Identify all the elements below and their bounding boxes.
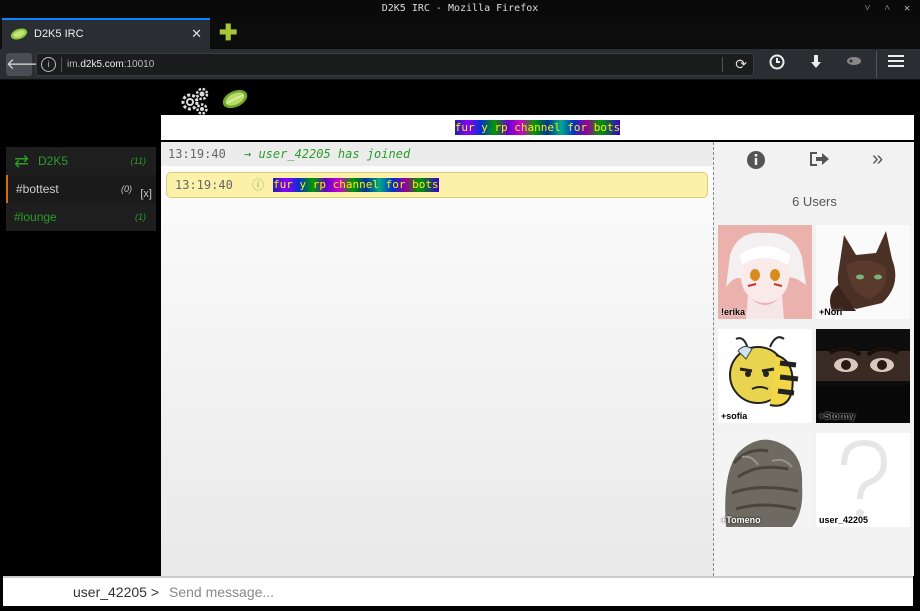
irc-app: ⇄ D2K5 (11) #bottest (0) [x] #lounge (1)… — [0, 80, 920, 611]
user-nick: +Stormy — [819, 411, 856, 421]
channel-sidebar: ⇄ D2K5 (11) #bottest (0) [x] #lounge (1) — [6, 147, 156, 231]
notice-text: fur y rp channel for bots — [273, 178, 439, 192]
reload-divider — [722, 57, 723, 72]
collapse-panel-icon[interactable]: » — [872, 149, 883, 169]
sidebar-item-label: D2K5 — [38, 154, 69, 168]
user-avatar[interactable]: +Tomeno — [718, 433, 812, 527]
avatar-image — [718, 329, 812, 423]
sidebar-item-bottest[interactable]: #bottest (0) [x] — [6, 175, 156, 203]
user-nick: +sofia — [721, 411, 748, 421]
user-nick: +Tomeno — [721, 515, 761, 525]
user-nick: +Nori — [819, 307, 843, 317]
input-nick: user_42205 > — [73, 584, 160, 600]
extension-icon[interactable] — [843, 54, 865, 72]
lime-logo-icon[interactable] — [221, 87, 249, 116]
back-button[interactable]: 🡐 — [6, 53, 46, 76]
user-nick: !erika — [721, 307, 746, 317]
window-titlebar: D2K5 IRC - Mozilla Firefox ˅ ˄ ✕ — [0, 0, 920, 17]
avatar-image — [718, 433, 812, 527]
message-input[interactable] — [169, 581, 869, 603]
topic-notice: 13:19:40 ⓘ fur y rp channel for bots — [166, 172, 708, 198]
leave-channel-icon[interactable] — [808, 150, 830, 173]
tab-strip: D2K5 IRC ✕ ✚ — [0, 17, 920, 49]
message-timestamp: 13:19:40 — [168, 147, 226, 161]
user-count: 6 Users — [792, 194, 837, 209]
join-message: 13:19:40 → user_42205 has joined — [161, 142, 713, 166]
avatar-image — [816, 329, 910, 423]
user-panel: » 6 Users !erika +Nori +sofia +Stormy +T… — [713, 142, 914, 576]
avatar-image — [718, 225, 812, 319]
new-tab-icon[interactable]: ✚ — [219, 22, 237, 44]
sidebar-item-count: (1) — [135, 212, 146, 222]
window-title: D2K5 IRC - Mozilla Firefox — [381, 3, 539, 14]
chat-log[interactable]: 13:19:40 → user_42205 has joined 13:19:4… — [161, 142, 713, 576]
hamburger-menu-icon[interactable] — [885, 54, 907, 72]
sidebar-item-count: (0) — [121, 184, 132, 194]
window-controls[interactable]: ˅ ˄ ✕ — [865, 0, 914, 17]
reload-icon[interactable]: ⟳ — [735, 54, 747, 75]
user-avatar[interactable]: +Stormy — [816, 329, 910, 423]
history-icon[interactable] — [766, 54, 788, 74]
nav-bar: 🡐 i im.d2k5.com:10010 ⟳ — [0, 49, 920, 80]
download-icon[interactable] — [805, 54, 827, 74]
avatar-image — [816, 433, 910, 527]
url-divider — [61, 57, 62, 72]
message-timestamp: 13:19:40 — [175, 178, 233, 192]
user-avatar[interactable]: +sofia — [718, 329, 812, 423]
network-switch-icon: ⇄ — [14, 151, 30, 171]
sidebar-item-label: #lounge — [14, 210, 57, 224]
sidebar-item-d2k5[interactable]: ⇄ D2K5 (11) — [6, 147, 156, 175]
info-icon: ⓘ — [252, 178, 265, 192]
lime-favicon-icon — [10, 28, 28, 40]
join-text: → user_42205 has joined — [244, 147, 411, 161]
sidebar-item-lounge[interactable]: #lounge (1) — [6, 203, 156, 231]
channel-topic-bar: fur y rp channel for bots — [161, 115, 914, 140]
site-info-icon[interactable]: i — [41, 57, 56, 72]
sidebar-item-count: (11) — [130, 156, 146, 166]
url-bar[interactable]: i im.d2k5.com:10010 ⟳ — [36, 53, 754, 76]
user-avatar[interactable]: +Nori — [816, 225, 910, 319]
sidebar-item-label: #bottest — [16, 182, 59, 196]
message-input-bar: user_42205 > — [3, 576, 913, 606]
avatar-image — [816, 225, 910, 319]
channel-info-icon[interactable] — [746, 150, 766, 175]
menu-divider — [876, 51, 877, 78]
channel-topic: fur y rp channel for bots — [454, 120, 621, 135]
user-nick: user_42205 — [819, 515, 869, 525]
user-avatar[interactable]: user_42205 — [816, 433, 910, 527]
user-avatar[interactable]: !erika — [718, 225, 812, 319]
tab-title: D2K5 IRC — [34, 28, 84, 40]
browser-tab[interactable]: D2K5 IRC ✕ — [2, 18, 210, 49]
tab-close-icon[interactable]: ✕ — [191, 26, 202, 42]
url-text[interactable]: im.d2k5.com:10010 — [67, 54, 154, 75]
